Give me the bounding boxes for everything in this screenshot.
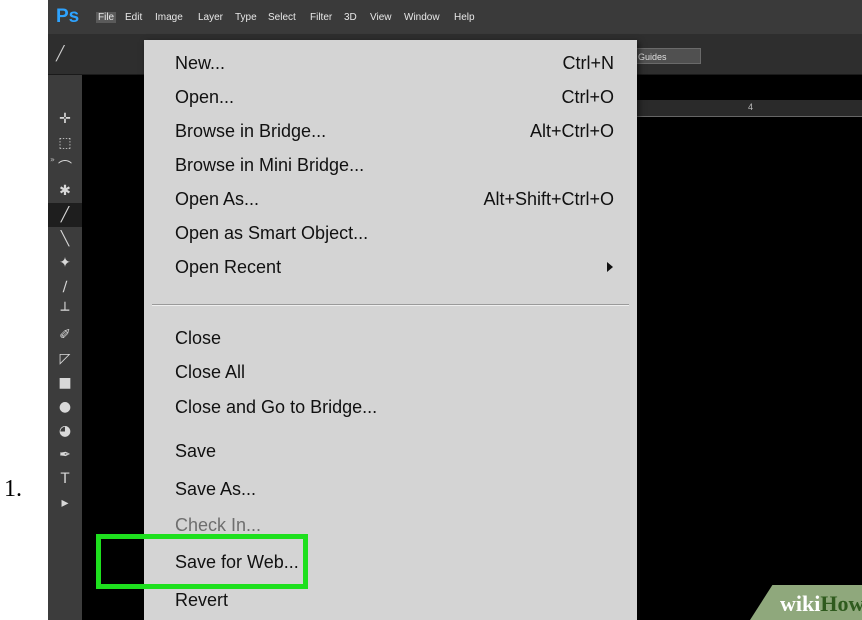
step-number: 1. <box>4 476 22 502</box>
menu-item-open[interactable]: Open... Ctrl+O <box>175 80 625 114</box>
menu-item-close-and-go-to-bridge[interactable]: Close and Go to Bridge... <box>175 390 625 424</box>
type-tool-icon[interactable]: T <box>48 467 82 491</box>
brush-tool-icon[interactable]: ∕ <box>48 275 82 299</box>
menu-item-open-recent[interactable]: Open Recent <box>175 250 625 284</box>
menu-view[interactable]: View <box>370 12 392 23</box>
menu-item-browse-in-bridge[interactable]: Browse in Bridge... Alt+Ctrl+O <box>175 114 625 148</box>
menu-item-save-as[interactable]: Save As... <box>175 472 625 506</box>
menu-layer[interactable]: Layer <box>198 12 223 23</box>
submenu-arrow-icon <box>607 262 613 272</box>
menu-filter[interactable]: Filter <box>310 12 332 23</box>
eraser-tool-icon[interactable]: ◸ <box>48 347 82 371</box>
tools-panel: » ✛ ⬚ ⌒ ✱ ╱ ╲ ✦ ∕ ┴ ✐ ◸ ■ ● ◕ ✒ T ▸ <box>48 75 83 620</box>
move-tool-icon[interactable]: ✛ <box>48 107 82 131</box>
dodge-tool-icon[interactable]: ◕ <box>48 419 82 443</box>
menu-separator <box>152 304 629 306</box>
menu-item-open-as-smart-object[interactable]: Open as Smart Object... <box>175 216 625 250</box>
menu-type[interactable]: Type <box>235 12 257 23</box>
menu-window[interactable]: Window <box>404 12 440 23</box>
gradient-tool-icon[interactable]: ■ <box>48 371 82 395</box>
marquee-tool-icon[interactable]: ⬚ <box>48 131 82 155</box>
healing-brush-tool-icon[interactable]: ✦ <box>48 251 82 275</box>
menu-item-save[interactable]: Save <box>175 434 625 468</box>
photoshop-window: Ps File Edit Image Layer Type Select Fil… <box>48 0 862 620</box>
save-for-web-highlight-box <box>96 534 308 589</box>
magic-wand-tool-icon[interactable]: ✱ <box>48 179 82 203</box>
menu-item-browse-in-mini-bridge[interactable]: Browse in Mini Bridge... <box>175 148 625 182</box>
lasso-tool-icon[interactable]: ⌒ <box>48 155 82 179</box>
history-brush-tool-icon[interactable]: ✐ <box>48 323 82 347</box>
brush-icon: ╱ <box>56 46 65 62</box>
eyedropper-tool-icon[interactable]: ╲ <box>48 227 82 251</box>
clone-stamp-tool-icon[interactable]: ┴ <box>48 299 82 323</box>
menu-edit[interactable]: Edit <box>125 12 142 23</box>
pen-tool-icon[interactable]: ✒ <box>48 443 82 467</box>
ps-logo: Ps <box>56 6 80 27</box>
menu-item-close[interactable]: Close <box>175 321 625 355</box>
crop-tool-icon[interactable]: ╱ <box>48 203 82 227</box>
file-menu: New... Ctrl+N Open... Ctrl+O Browse in B… <box>144 40 637 620</box>
menu-item-close-all[interactable]: Close All <box>175 355 625 389</box>
menubar: Ps File Edit Image Layer Type Select Fil… <box>48 0 862 34</box>
menu-item-new[interactable]: New... Ctrl+N <box>175 46 625 80</box>
menu-select[interactable]: Select <box>268 12 296 23</box>
menu-file[interactable]: File <box>96 12 117 23</box>
menu-help[interactable]: Help <box>454 12 475 23</box>
menu-image[interactable]: Image <box>155 12 183 23</box>
watermark-how: How <box>820 591 862 616</box>
path-selection-tool-icon[interactable]: ▸ <box>48 491 82 515</box>
ruler-label: 4 <box>748 102 754 112</box>
menu-item-open-as[interactable]: Open As... Alt+Shift+Ctrl+O <box>175 182 625 216</box>
menu-3d[interactable]: 3D <box>344 12 357 23</box>
blur-tool-icon[interactable]: ● <box>48 395 82 419</box>
watermark-wiki: wiki <box>780 591 821 616</box>
